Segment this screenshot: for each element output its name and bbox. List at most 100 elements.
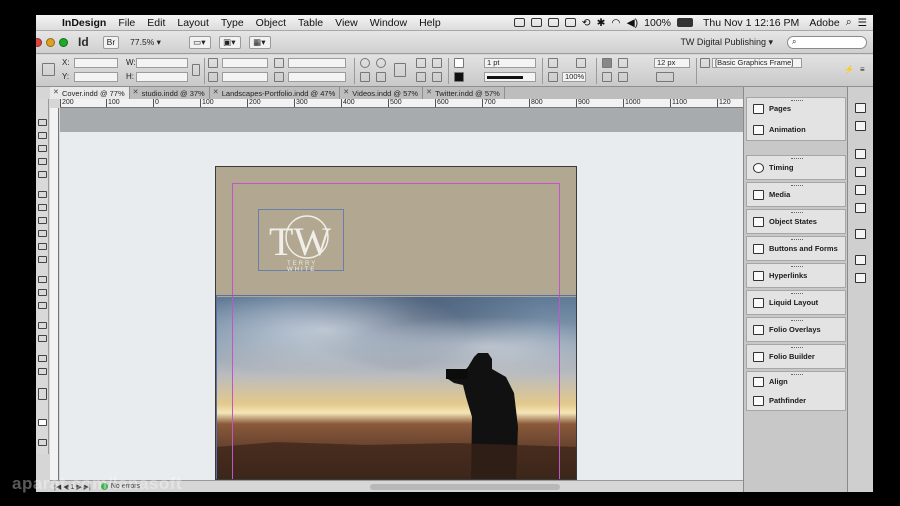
panel-group-align[interactable]: Align Pathfinder [746,371,846,411]
horizontal-ruler[interactable]: 200 100 0 100 200 300 400 500 600 700 80… [60,99,743,108]
close-tab-icon[interactable]: ✕ [343,88,349,96]
menu-file[interactable]: File [112,17,141,29]
spotlight-icon[interactable]: ⌕ [846,16,852,29]
arrange-documents-button[interactable]: ▦▾ [249,35,272,49]
view-options-button[interactable]: ▭▾ [189,35,212,49]
fill-stroke-icon[interactable] [38,388,47,400]
paragraph-styles-icon[interactable] [855,255,866,265]
menu-type[interactable]: Type [215,17,250,29]
tab-cover[interactable]: ✕ Cover.indd @ 77% [50,87,130,99]
vertical-ruler[interactable] [50,108,59,480]
auto-fit-icon[interactable] [602,72,612,82]
direct-selection-tool-icon[interactable] [38,132,47,139]
screen-mode-icon[interactable] [38,439,47,446]
screen-mode-button[interactable]: ▣▾ [219,35,242,49]
cover-page[interactable]: TW TERRY WHITE [215,166,577,480]
h-field[interactable] [136,72,188,82]
gap-tool-icon[interactable] [38,158,47,165]
battery-text[interactable]: 100% [644,17,671,29]
airplay-icon[interactable] [547,18,559,27]
rotate-cw-icon[interactable] [360,58,370,68]
lightning-icon[interactable]: ⚡ [844,65,854,75]
text-wrap-icon[interactable] [602,58,612,68]
pen-tool-icon[interactable] [38,217,47,224]
menu-table[interactable]: Table [292,17,329,29]
swatches-icon[interactable] [855,185,866,195]
object-style-field[interactable]: [Basic Graphics Frame] [712,58,802,68]
user-name[interactable]: Adobe [809,17,839,29]
gradient-tool-icon[interactable] [38,302,47,309]
hand-tool-icon[interactable] [38,355,47,362]
line-tool-icon[interactable] [38,204,47,211]
stroke-weight-field[interactable]: 1 pt [484,58,536,68]
panel-buttons-and-forms[interactable]: Buttons and Forms [746,236,846,261]
close-button[interactable] [36,37,42,47]
pencil-tool-icon[interactable] [38,230,47,237]
panel-animation[interactable]: Animation [747,124,806,135]
rotate-field[interactable] [288,58,346,68]
x-field[interactable] [74,58,118,68]
stroke-type-field[interactable] [484,72,536,82]
flip-horizontal-icon[interactable] [360,72,370,82]
menu-window[interactable]: Window [364,17,413,29]
scale-y-field[interactable] [222,72,268,82]
panel-hyperlinks[interactable]: Hyperlinks [746,263,846,288]
shear-field[interactable] [288,72,346,82]
stroke-icon[interactable] [855,167,866,177]
panel-group-pages[interactable]: Pages Animation [746,97,846,141]
tab-videos[interactable]: ✕ Videos.indd @ 57% [340,87,424,99]
rotate-ccw-icon[interactable] [376,58,386,68]
flip-vertical-icon[interactable] [376,72,386,82]
bluetooth-icon[interactable]: ✱ [597,17,606,29]
opacity-icon[interactable] [548,72,558,82]
type-tool-icon[interactable] [38,191,47,198]
close-tab-icon[interactable]: ✕ [213,88,219,96]
close-tab-icon[interactable]: ✕ [133,88,139,96]
panel-align[interactable]: Align [747,376,788,387]
lock-icon[interactable] [564,18,576,27]
menu-layout[interactable]: Layout [171,17,215,29]
panel-menu-icon[interactable]: ≡ [860,65,870,75]
close-tab-icon[interactable]: ✕ [426,88,432,96]
menu-view[interactable]: View [329,17,364,29]
menu-edit[interactable]: Edit [141,17,171,29]
clock[interactable]: Thu Nov 1 12:16 PM [703,17,799,29]
select-container-icon[interactable] [416,58,426,68]
scale-y-icon[interactable] [208,72,218,82]
photo-frame[interactable] [216,295,576,479]
horizontal-scrollbar[interactable] [370,484,560,490]
select-previous-icon[interactable] [432,72,442,82]
rotate-icon[interactable] [274,58,284,68]
panel-timing[interactable]: Timing [746,155,846,180]
object-style-icon[interactable] [700,58,710,68]
fx-icon[interactable] [548,58,558,68]
text-wrap-panel-icon[interactable] [855,229,866,239]
list-icon[interactable]: ☰ [858,17,867,29]
tab-studio[interactable]: ✕ studio.indd @ 37% [130,87,210,99]
close-tab-icon[interactable]: ✕ [53,88,59,96]
fit-frame-icon[interactable] [618,72,628,82]
workspace-switcher[interactable]: TW Digital Publishing ▾ [680,37,773,48]
wifi-icon[interactable]: ◠ [611,17,620,29]
pasteboard[interactable]: TW TERRY WHITE [60,108,743,480]
panel-liquid-layout[interactable]: Liquid Layout [746,290,846,315]
opacity-field[interactable]: 100% [562,72,586,82]
layers-icon[interactable] [855,121,866,131]
menu-app-name[interactable]: InDesign [56,17,112,29]
zoom-level-field[interactable]: 77.5% ▾ [127,36,181,49]
scale-x-field[interactable] [222,58,268,68]
text-wrap-around-icon[interactable] [618,58,628,68]
battery-icon[interactable] [677,18,693,27]
select-content-icon[interactable] [416,72,426,82]
content-collector-icon[interactable] [38,171,47,178]
rectangle-frame-tool-icon[interactable] [38,243,47,250]
zoom-button[interactable] [59,37,68,47]
character-styles-icon[interactable] [855,273,866,283]
panel-folio-overlays[interactable]: Folio Overlays [746,317,846,342]
minimize-button[interactable] [46,37,55,47]
search-input[interactable]: ⌕ [787,35,867,49]
fill-swatch[interactable] [454,58,464,68]
gradient-icon[interactable] [855,203,866,213]
tab-landscapes-portfolio[interactable]: ✕ Landscapes-Portfolio.indd @ 47% [210,87,341,99]
screen-icon[interactable] [513,18,525,27]
